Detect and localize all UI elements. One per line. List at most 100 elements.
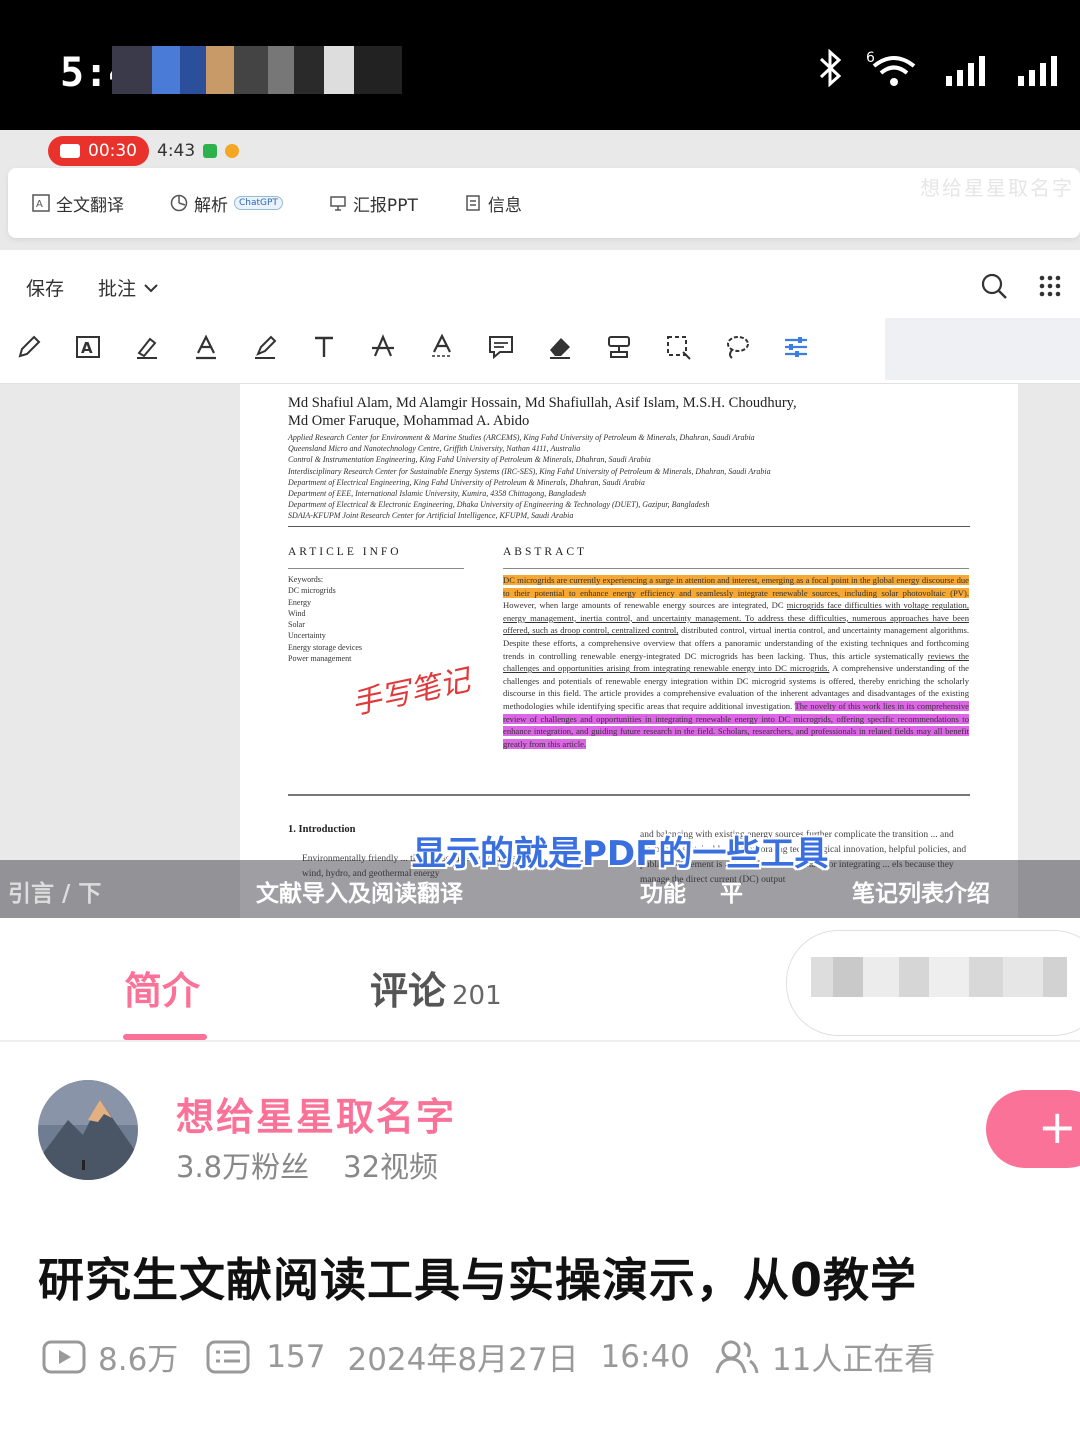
play-count: 8.6万 <box>98 1342 179 1378</box>
tool-info[interactable]: 信息 <box>464 191 522 216</box>
abstract-part: However, when large amounts of renewable… <box>503 600 787 611</box>
keyword: Energy <box>288 597 311 607</box>
avatar[interactable] <box>38 1080 138 1180</box>
authors-rest: , Md Alamgir Hossain, Md Shafiullah, Asi… <box>388 395 797 411</box>
screen-record-indicator: 00:30 4:43 <box>48 136 240 166</box>
affiliation: SDAIA-KFUPM Joint Research Center for Ar… <box>288 511 574 521</box>
chevron-down-icon <box>144 283 158 292</box>
keyword: Solar <box>288 620 305 630</box>
article-info-heading: ARTICLE INFO <box>288 546 402 558</box>
affiliation: Department of Electrical & Electronic En… <box>288 500 710 510</box>
intro-heading: 1. Introduction <box>288 824 356 835</box>
text-box-icon[interactable]: A <box>75 334 101 360</box>
weibo-icon <box>225 144 240 158</box>
keyword: Power management <box>288 654 352 664</box>
tab-comments-label: 评论 <box>370 969 447 1013</box>
keyword: Energy storage devices <box>288 642 363 652</box>
keyword: DC microgrids <box>288 586 336 596</box>
svg-text:A: A <box>36 199 43 210</box>
keyword: Uncertainty <box>288 631 326 641</box>
divider <box>503 568 969 569</box>
affiliation: Control & Instrumentation Engineering, K… <box>288 455 651 465</box>
divider <box>288 794 970 796</box>
tab-intro[interactable]: 简介 <box>124 960 200 1015</box>
translate-icon: A <box>32 194 50 212</box>
pdf-affiliations: Applied Research Center for Environment … <box>288 432 888 522</box>
record-elapsed: 00:30 <box>88 141 137 161</box>
info-icon <box>466 195 480 211</box>
pen-icon[interactable] <box>16 334 42 360</box>
tool-translate[interactable]: A 全文翻译 <box>32 191 124 216</box>
affiliation: Applied Research Center for Environment … <box>288 433 755 442</box>
text-color-icon[interactable] <box>193 334 219 360</box>
status-bar: 5:4 6 <box>0 0 1080 130</box>
analysis-icon <box>170 194 188 212</box>
danmaku-count: 157 <box>266 1338 326 1375</box>
tool-ppt[interactable]: 汇报PPT <box>329 191 418 216</box>
video-title: 研究生文献阅读工具与实操演示，从0教学 <box>38 1253 918 1307</box>
status-icons: 6 <box>818 48 1066 88</box>
affiliation: Department of EEE, International Islamic… <box>288 489 586 499</box>
signal-icon <box>946 56 985 86</box>
apps-grid-icon[interactable] <box>1038 274 1062 298</box>
tab-comments[interactable]: 评论 201 <box>370 960 502 1015</box>
marker-icon[interactable] <box>252 334 278 360</box>
chapter-caption: 文献导入及阅读翻译 <box>256 881 463 907</box>
keyword: Keywords: <box>288 575 324 584</box>
underline-icon[interactable] <box>429 334 455 360</box>
viewers-icon <box>715 1340 759 1373</box>
settings-sliders-icon[interactable] <box>783 334 809 360</box>
handwritten-note: 手写笔记 <box>348 662 474 723</box>
followers-count: 3.8万粉丝 <box>176 1150 310 1184</box>
keyword: Wind <box>288 608 306 618</box>
affiliation: Interdisciplinary Research Center for Su… <box>288 466 771 476</box>
tool-translate-label: 全文翻译 <box>56 195 124 216</box>
presentation-icon <box>330 196 346 211</box>
blurred-notification-icons <box>112 46 402 94</box>
chapter-caption-left: 引言 / 下 <box>8 881 102 907</box>
abstract-heading: ABSTRACT <box>503 546 588 558</box>
svg-text:A: A <box>81 339 93 357</box>
comments-count: 201 <box>452 981 502 1011</box>
text-icon[interactable] <box>311 334 337 360</box>
strikethrough-icon[interactable] <box>370 334 396 360</box>
divider <box>288 568 464 569</box>
search-icon[interactable] <box>980 272 1008 300</box>
chapter-caption-mid: 功能 <box>640 881 686 907</box>
video-meta: 8.6万 157 2024年8月27日 16:40 11人正在看 <box>42 1334 935 1379</box>
tool-analysis[interactable]: 解析 ChatGPT <box>170 191 283 216</box>
annotate-dropdown[interactable]: 批注 <box>98 274 158 301</box>
annotate-label: 批注 <box>98 278 137 300</box>
lasso-icon[interactable] <box>724 334 750 360</box>
uploader-stats: 3.8万粉丝 32视频 <box>176 1144 438 1186</box>
area-select-icon[interactable] <box>665 334 691 360</box>
tool-info-label: 信息 <box>487 195 522 216</box>
publish-time: 16:40 <box>600 1338 690 1375</box>
authors-first: Md Shafiul Alam <box>288 395 389 411</box>
subtitle-main: 显示的就是PDF的一些工具 <box>412 834 829 874</box>
bluetooth-icon <box>819 48 842 88</box>
comment-icon[interactable] <box>488 334 514 360</box>
divider <box>288 526 970 527</box>
abstract-text[interactable]: DC microgrids are currently experiencing… <box>503 574 969 750</box>
wechat-icon <box>203 144 218 158</box>
tab-divider <box>0 1040 1080 1042</box>
chapter-caption-right: 笔记列表介绍 <box>852 881 990 907</box>
tool-analysis-label: 解析 <box>194 195 228 216</box>
affiliation: Queensland Micro and Nanotechnology Cent… <box>288 444 581 454</box>
eraser-icon[interactable] <box>547 334 573 360</box>
signal-icon-2 <box>1018 56 1057 86</box>
highlighter-icon[interactable] <box>134 334 160 360</box>
svg-text:6: 6 <box>866 50 875 66</box>
follow-button[interactable]: + <box>986 1090 1080 1168</box>
watching-count: 11人正在看 <box>771 1342 936 1378</box>
pdf-annotation-toolbar: 保存 批注 A <box>0 250 1080 384</box>
highlight-orange[interactable]: DC microgrids are currently experiencing… <box>503 575 969 598</box>
save-button[interactable]: 保存 <box>26 274 64 301</box>
uploader-name[interactable]: 想给星星取名字 <box>176 1086 456 1141</box>
danmaku-input-box[interactable] <box>786 930 1080 1036</box>
video-player[interactable]: 00:30 4:43 A 全文翻译 解析 ChatGPT 汇报PPT 信息 想给… <box>0 130 1080 918</box>
publish-date: 2024年8月27日 <box>347 1342 579 1378</box>
stamp-icon[interactable] <box>606 334 632 360</box>
chapter-caption-mid2: 平 <box>720 881 743 907</box>
